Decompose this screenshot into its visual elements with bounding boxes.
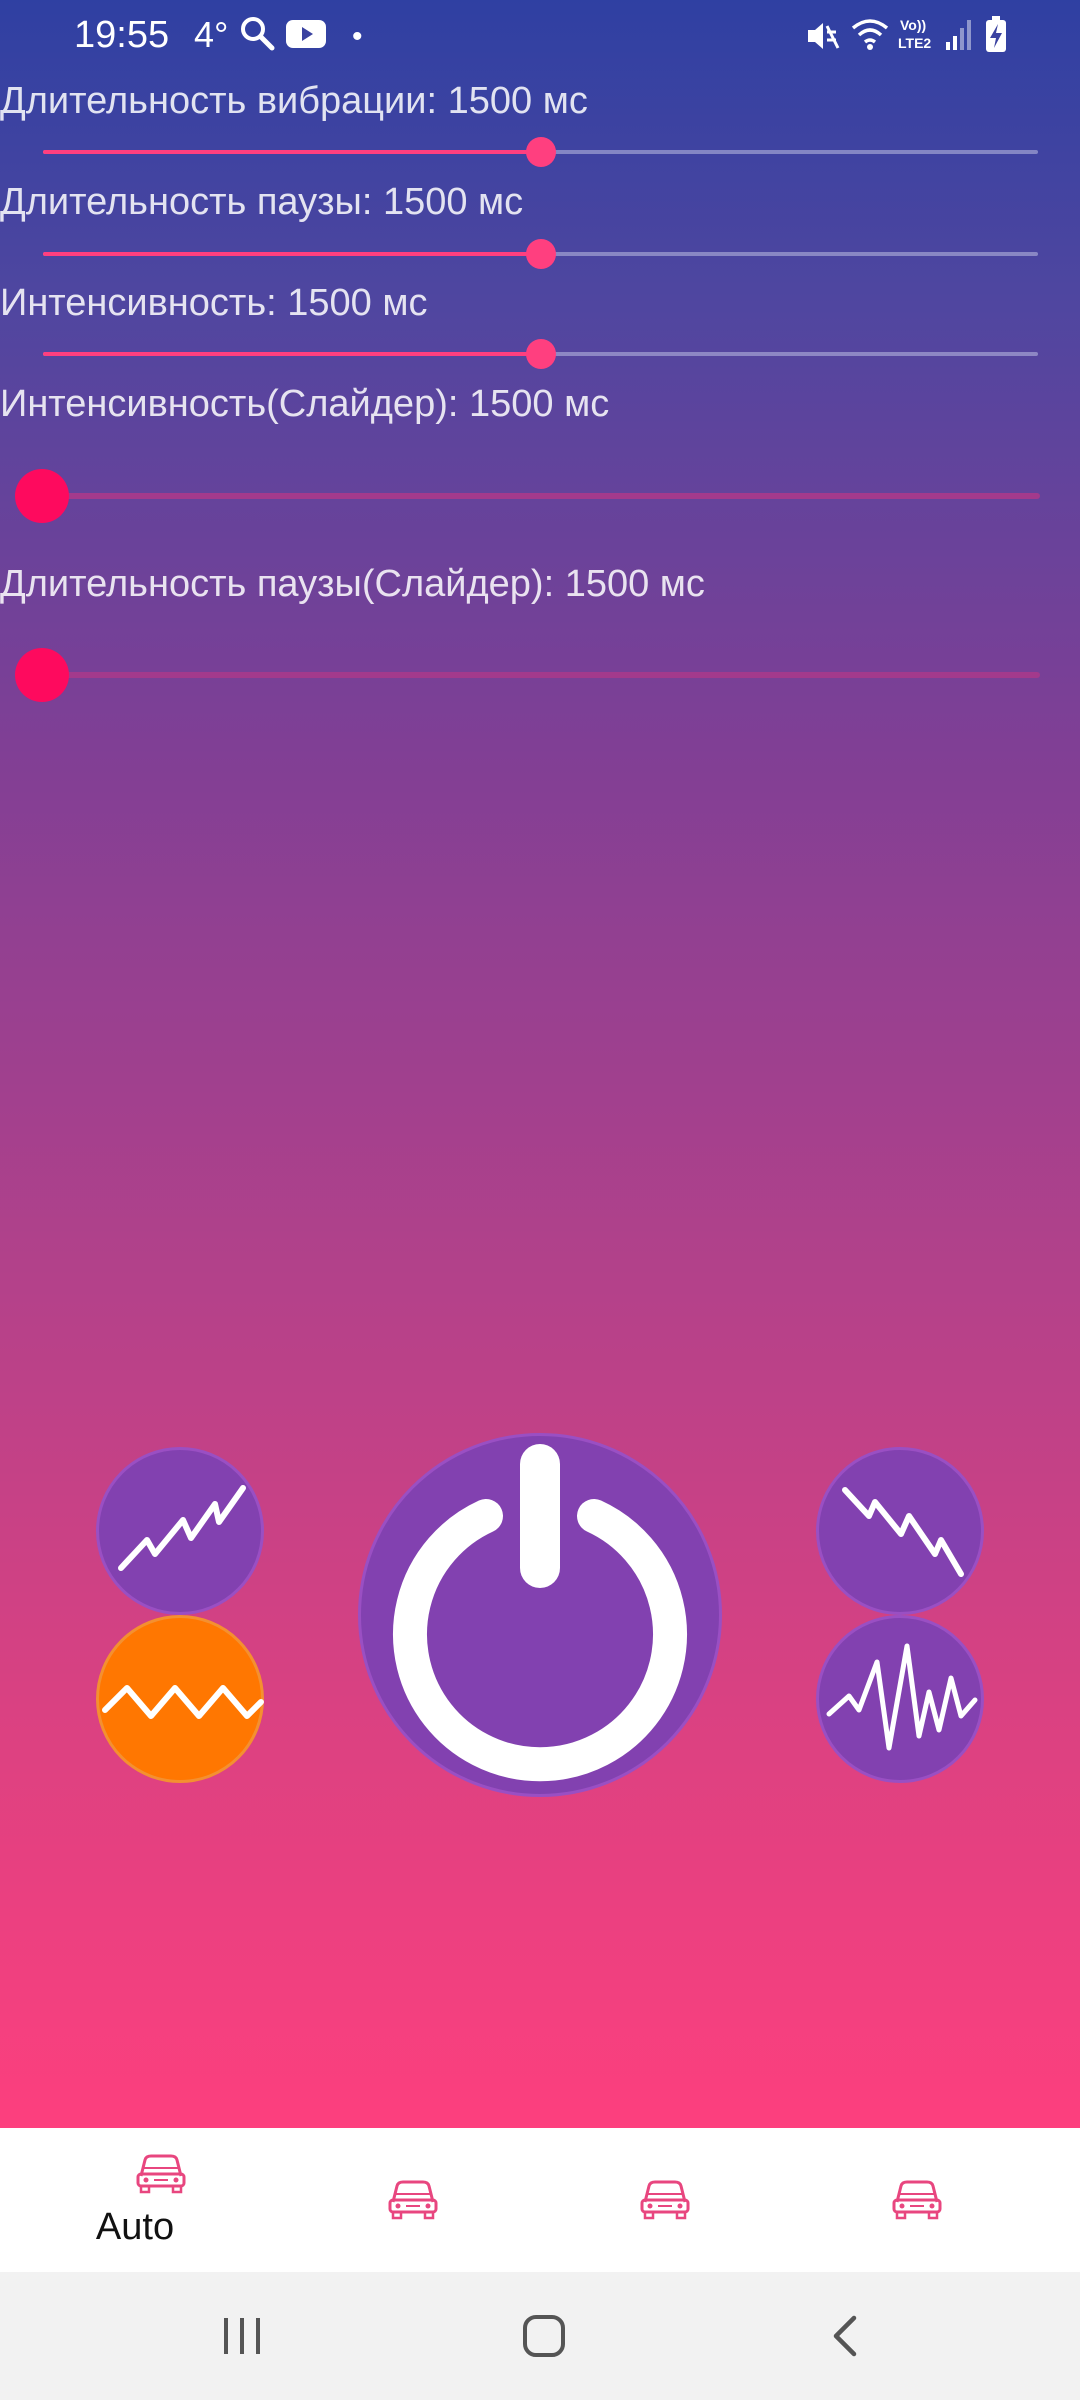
nav-item-3[interactable] (529, 2128, 799, 2272)
pause-duration-slider-thumb[interactable] (525, 239, 556, 269)
mode-pulse-button[interactable] (816, 1615, 984, 1783)
mode-falling-button[interactable] (816, 1447, 984, 1615)
pause-duration-slider-fill (43, 252, 541, 256)
custom-pause-slider-thumb[interactable] (15, 648, 69, 702)
intensity-slider[interactable] (43, 339, 1038, 369)
wifi-icon (850, 16, 890, 57)
power-button[interactable] (358, 1433, 722, 1797)
nav-item-4[interactable] (781, 2128, 1051, 2272)
rising-zigzag-icon (118, 1485, 246, 1571)
nav-label-auto: Auto (95, 2206, 175, 2248)
recents-icon[interactable] (220, 2314, 266, 2358)
intensity-label: Интенсивность: 1500 мс (0, 282, 428, 324)
intensity-slider-fill (43, 352, 541, 356)
vibration-duration-slider-fill (43, 150, 541, 154)
custom-pause-label: Длительность паузы(Слайдер): 1500 мс (0, 563, 705, 605)
system-navigation-bar (0, 2272, 1080, 2400)
vibration-duration-label: Длительность вибрации: 1500 мс (0, 80, 588, 122)
mode-rising-button[interactable] (96, 1447, 264, 1615)
pulse-wave-icon (826, 1643, 978, 1751)
status-time: 19:55 (74, 14, 170, 56)
zigzag-wave-icon (102, 1685, 264, 1719)
volte-lte2-icon: Vo)) LTE2 (898, 16, 940, 59)
car-icon (892, 2180, 942, 2220)
vibration-duration-slider-thumb[interactable] (525, 137, 556, 167)
custom-intensity-slider-thumb[interactable] (15, 469, 69, 523)
svg-text:Vo)): Vo)) (900, 17, 926, 33)
bottom-navigation: Auto (0, 2128, 1080, 2272)
car-icon (136, 2154, 186, 2194)
custom-intensity-slider[interactable] (15, 469, 1040, 523)
car-icon (388, 2180, 438, 2220)
falling-zigzag-icon (842, 1487, 964, 1577)
pause-duration-label: Длительность паузы: 1500 мс (0, 181, 524, 223)
nav-item-auto[interactable]: Auto (25, 2128, 295, 2272)
back-icon[interactable] (826, 2312, 866, 2360)
car-icon (640, 2180, 690, 2220)
svg-text:LTE2: LTE2 (898, 35, 931, 51)
intensity-slider-thumb[interactable] (525, 339, 556, 369)
home-icon[interactable] (520, 2312, 568, 2360)
pause-duration-slider[interactable] (43, 239, 1038, 269)
vibration-duration-slider[interactable] (43, 137, 1038, 167)
signal-icon (944, 18, 974, 57)
custom-intensity-label: Интенсивность(Слайдер): 1500 мс (0, 383, 610, 425)
nav-item-2[interactable] (277, 2128, 547, 2272)
battery-charging-icon (984, 16, 1008, 59)
status-temperature: 4° (194, 14, 229, 55)
mute-icon (804, 18, 840, 59)
mode-zigzag-button[interactable] (96, 1615, 264, 1783)
youtube-icon (286, 20, 326, 53)
app-screen: 19:55 4° • Vo)) LTE2 Длительность вибраци… (0, 0, 1080, 2128)
power-icon (393, 1444, 687, 1782)
custom-pause-slider[interactable] (15, 648, 1040, 702)
search-icon (238, 14, 276, 57)
dot-icon: • (352, 20, 363, 53)
status-bar: 19:55 4° • Vo)) LTE2 (0, 0, 1080, 72)
